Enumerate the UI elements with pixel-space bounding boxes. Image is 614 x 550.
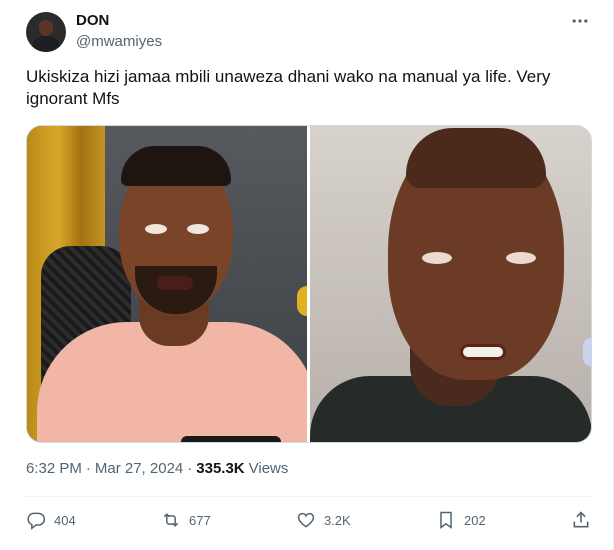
- media-photo-right[interactable]: [310, 126, 591, 442]
- repost-icon: [163, 513, 179, 527]
- bookmark-button[interactable]: 202: [436, 510, 486, 530]
- tweet-time[interactable]: 6:32 PM: [26, 460, 82, 477]
- avatar-face: [39, 20, 53, 36]
- tweet-text: Ukiskiza hizi jamaa mbili unaweza dhani …: [26, 67, 551, 108]
- share-icon: [573, 511, 589, 528]
- like-button[interactable]: 3.2K: [296, 510, 351, 530]
- more-options-button[interactable]: [569, 10, 591, 32]
- meta-separator: ·: [85, 460, 91, 477]
- tweet-date[interactable]: Mar 27, 2024: [95, 460, 183, 477]
- repost-count: 677: [188, 512, 211, 528]
- action-bar: 404 677 3.2K 202: [26, 505, 591, 535]
- share-button[interactable]: [571, 510, 591, 530]
- avatar-shirt: [32, 36, 60, 52]
- avatar[interactable]: [26, 12, 66, 52]
- tweet-meta: 6:32 PM · Mar 27, 2024 · 335.3K Views: [26, 460, 288, 477]
- reply-button[interactable]: 404: [26, 510, 76, 530]
- bookmark-icon: [440, 511, 452, 529]
- heart-icon: [297, 512, 315, 528]
- divider: [26, 496, 591, 497]
- views-count: 335.3K: [196, 460, 245, 477]
- tweet-card: DON @mwamiyes Ukiskiza hizi jamaa mbili …: [0, 0, 614, 550]
- tweet-media: [26, 125, 592, 443]
- repost-button[interactable]: 677: [161, 510, 211, 530]
- author-handle[interactable]: @mwamiyes: [76, 33, 162, 50]
- reply-icon: [27, 512, 46, 530]
- views-label: Views: [248, 460, 289, 477]
- author-name[interactable]: DON: [76, 12, 109, 29]
- like-count: 3.2K: [323, 512, 351, 528]
- media-photo-left[interactable]: [27, 126, 307, 442]
- reply-count: 404: [54, 512, 76, 528]
- more-dots-icon: [572, 19, 588, 23]
- meta-separator: ·: [187, 460, 193, 477]
- bookmark-count: 202: [464, 512, 486, 528]
